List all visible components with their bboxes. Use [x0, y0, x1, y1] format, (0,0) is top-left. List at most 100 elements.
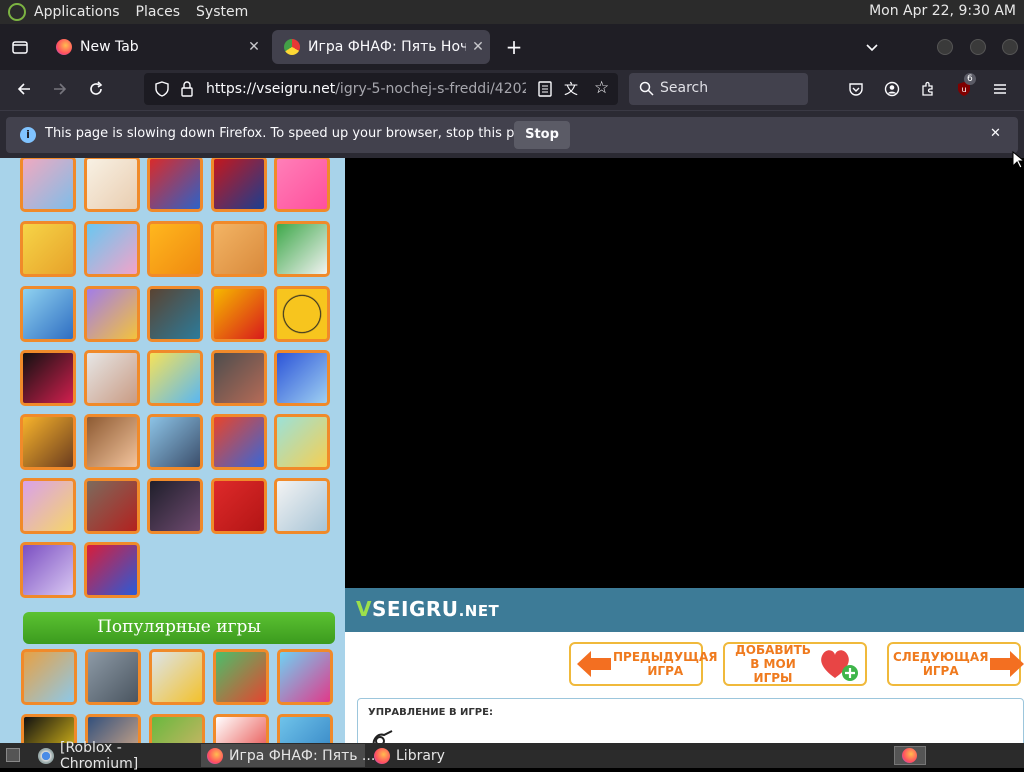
popular-game-thumbnail[interactable]: [277, 649, 333, 705]
game-thumbnail[interactable]: [211, 478, 267, 534]
firefox-icon: [207, 747, 223, 764]
game-thumbnail[interactable]: [211, 221, 267, 277]
game-thumbnail[interactable]: [147, 478, 203, 534]
show-desktop-icon[interactable]: [6, 748, 20, 762]
game-thumbnail[interactable]: [274, 221, 330, 277]
game-thumbnail[interactable]: [211, 158, 267, 212]
info-icon: i: [20, 127, 36, 143]
forward-icon[interactable]: [46, 75, 74, 103]
shield-icon[interactable]: [154, 81, 170, 101]
search-placeholder: Search: [660, 80, 709, 96]
game-thumbnail[interactable]: [274, 286, 330, 342]
close-tab-icon[interactable]: ✕: [466, 39, 490, 55]
url-text[interactable]: https://vseigru.net/igry-5-nochej-s-fred…: [206, 81, 526, 97]
game-thumbnail[interactable]: [84, 478, 140, 534]
game-thumbnail[interactable]: [147, 414, 203, 470]
extensions-icon[interactable]: [914, 75, 942, 103]
firefox-icon: [374, 747, 390, 764]
game-thumbnail[interactable]: [147, 158, 203, 212]
game-thumbnail[interactable]: [20, 350, 76, 406]
tab-title: Игра ФНАФ: Пять Ночей с Фредди: [308, 39, 466, 55]
controls-heading: УПРАВЛЕНИЕ В ИГРЕ:: [368, 707, 493, 718]
game-thumbnail[interactable]: [274, 350, 330, 406]
menu-system[interactable]: System: [188, 4, 256, 20]
search-icon: [639, 81, 654, 100]
hamburger-menu-icon[interactable]: [986, 75, 1014, 103]
extension-badge: 6: [964, 73, 976, 85]
game-thumbnail[interactable]: [211, 414, 267, 470]
game-thumbnail[interactable]: [274, 478, 330, 534]
popular-game-thumbnail[interactable]: [21, 649, 77, 705]
heart-plus-icon: [821, 650, 858, 681]
menu-places[interactable]: Places: [128, 4, 189, 20]
game-thumbnail[interactable]: [20, 478, 76, 534]
reader-view-icon[interactable]: [538, 81, 552, 101]
add-to-my-games-button[interactable]: ДОБАВИТЬ В МОИ ИГРЫ: [723, 642, 867, 686]
desktop-top-panel: Applications Places System Mon Apr 22, 9…: [0, 0, 1024, 24]
game-thumbnail[interactable]: [20, 221, 76, 277]
game-thumbnail[interactable]: [20, 542, 76, 598]
reload-icon[interactable]: [82, 75, 110, 103]
distro-logo-icon[interactable]: [8, 3, 26, 21]
taskbar-item-firefox-game[interactable]: Игра ФНАФ: Пять ...: [201, 744, 375, 767]
game-thumbnail[interactable]: [147, 350, 203, 406]
desktop-taskbar: [Roblox - Chromium] Игра ФНАФ: Пять ... …: [0, 740, 1024, 772]
game-thumbnail[interactable]: [20, 286, 76, 342]
close-tab-icon[interactable]: ✕: [242, 39, 266, 55]
taskbar-item-chromium[interactable]: [Roblox - Chromium]: [32, 740, 196, 772]
game-thumbnail[interactable]: [211, 286, 267, 342]
new-tab-button[interactable]: +: [500, 33, 528, 61]
arrow-left-icon: [577, 651, 611, 677]
tab-active-game[interactable]: Игра ФНАФ: Пять Ночей с Фредди ✕: [272, 30, 490, 64]
svg-text:u: u: [961, 85, 966, 94]
back-icon[interactable]: [10, 75, 38, 103]
game-thumbnail[interactable]: [84, 350, 140, 406]
firefox-tray-icon: [902, 748, 917, 763]
game-thumbnail[interactable]: [20, 158, 76, 212]
close-notification-icon[interactable]: ✕: [990, 126, 1001, 141]
notification-message: This page is slowing down Firefox. To sp…: [45, 126, 543, 141]
maximize-window-button[interactable]: [970, 39, 986, 55]
game-controls-box: УПРАВЛЕНИЕ В ИГРЕ:: [357, 698, 1024, 748]
popular-game-thumbnail[interactable]: [149, 649, 205, 705]
chevron-down-icon[interactable]: [858, 33, 886, 61]
slow-page-notification: i This page is slowing down Firefox. To …: [0, 110, 1024, 158]
translate-icon[interactable]: 文: [564, 79, 578, 99]
game-thumbnail[interactable]: [147, 286, 203, 342]
game-thumbnail[interactable]: [274, 158, 330, 212]
menu-applications[interactable]: Applications: [26, 4, 128, 20]
stop-button[interactable]: Stop: [514, 121, 570, 149]
lock-icon[interactable]: [180, 81, 194, 101]
clock[interactable]: Mon Apr 22, 9:30 AM: [869, 3, 1016, 19]
tab-new-tab[interactable]: New Tab ✕: [44, 30, 266, 64]
ublock-icon[interactable]: u 6: [950, 73, 978, 103]
bookmark-star-icon[interactable]: ☆: [594, 78, 609, 98]
game-thumbnail[interactable]: [147, 221, 203, 277]
game-thumbnail[interactable]: [84, 221, 140, 277]
url-bar[interactable]: https://vseigru.net/igry-5-nochej-s-fred…: [144, 73, 618, 105]
popular-game-thumbnail[interactable]: [213, 714, 269, 743]
popular-game-thumbnail[interactable]: [213, 649, 269, 705]
site-logo[interactable]: VSEIGRU.NET: [356, 597, 499, 621]
tab-list-icon[interactable]: [6, 33, 34, 61]
game-thumbnail[interactable]: [84, 286, 140, 342]
tab-strip: New Tab ✕ Игра ФНАФ: Пять Ночей с Фредди…: [0, 24, 1024, 70]
taskbar-item-library[interactable]: Library: [368, 744, 488, 767]
game-thumbnail[interactable]: [211, 350, 267, 406]
game-thumbnail[interactable]: [84, 414, 140, 470]
firefox-icon: [56, 39, 72, 55]
game-canvas[interactable]: [345, 158, 1024, 588]
close-window-button[interactable]: [1002, 39, 1018, 55]
game-thumbnail[interactable]: [84, 158, 140, 212]
game-thumbnail[interactable]: [20, 414, 76, 470]
popular-game-thumbnail[interactable]: [277, 714, 333, 743]
previous-game-button[interactable]: ПРЕДЫДУЩАЯ ИГРА: [569, 642, 718, 686]
account-icon[interactable]: [878, 75, 906, 103]
search-field[interactable]: Search: [629, 73, 808, 105]
minimize-window-button[interactable]: [937, 39, 953, 55]
game-thumbnail[interactable]: [84, 542, 140, 598]
game-thumbnail[interactable]: [274, 414, 330, 470]
next-game-button[interactable]: СЛЕДУЮЩАЯ ИГРА: [887, 642, 1024, 686]
popular-game-thumbnail[interactable]: [85, 649, 141, 705]
pocket-icon[interactable]: [842, 75, 870, 103]
